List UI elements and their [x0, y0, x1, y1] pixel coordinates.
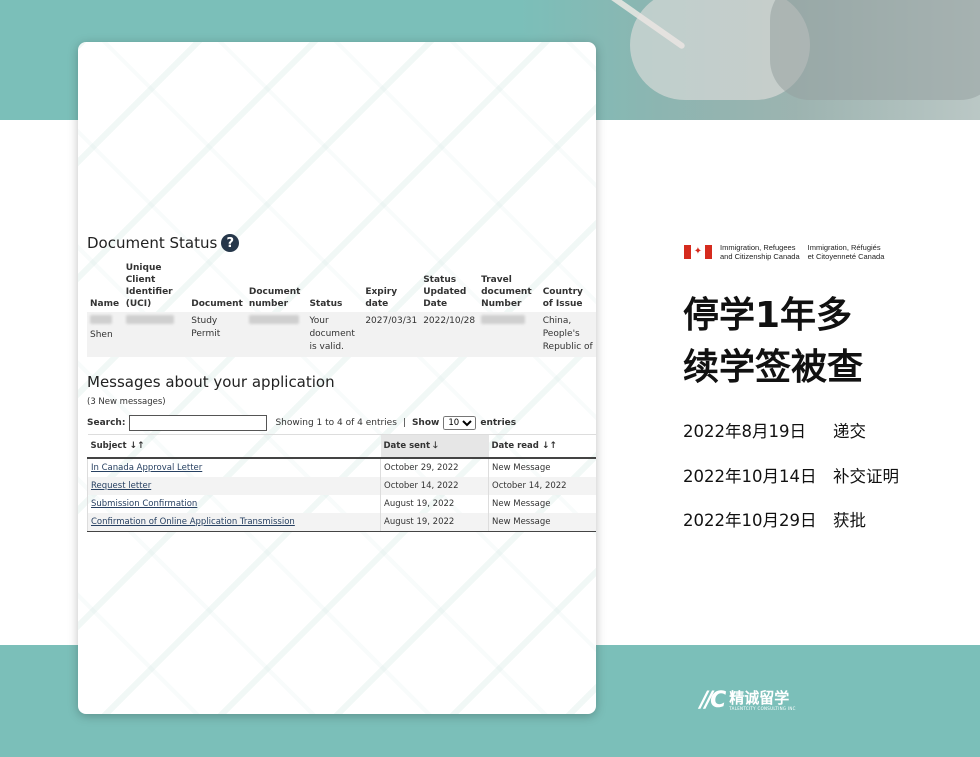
entries-label: entries: [480, 418, 517, 428]
message-subject-cell: Submission Confirmation: [87, 495, 381, 513]
help-icon[interactable]: ?: [221, 234, 240, 252]
col-uci: Unique Client Identifier (UCI): [125, 263, 173, 309]
ircc-english: Immigration, Refugees and Citizenship Ca…: [720, 243, 800, 261]
col-status-updated: Status Updated Date: [423, 275, 467, 309]
message-link[interactable]: Confirmation of Online Application Trans…: [91, 517, 295, 527]
message-date-sent: October 29, 2022: [380, 458, 489, 477]
cell-document-number: [245, 312, 307, 357]
document-status-table: Name Unique Client Identifier (UCI) Docu…: [87, 260, 596, 357]
document-status-header-row: Name Unique Client Identifier (UCI) Docu…: [87, 260, 596, 312]
timeline-date: 2022年10月29日: [683, 511, 817, 530]
sort-icon: ↓↑: [129, 441, 145, 451]
message-date-read: New Message: [488, 495, 596, 513]
entries-select[interactable]: 10: [443, 416, 477, 430]
message-link[interactable]: Request letter: [91, 481, 151, 491]
brand-text: 精诚留学 TALENTCITY CONSULTING INC: [729, 690, 796, 711]
message-date-sent: October 14, 2022: [380, 477, 489, 495]
timeline-date: 2022年8月19日: [683, 422, 806, 441]
canada-flag-icon: ✦: [684, 245, 712, 259]
new-messages-count: (3 New messages): [87, 397, 166, 407]
search-label: Search:: [87, 418, 126, 428]
message-subject-cell: Request letter: [87, 477, 381, 495]
message-date-read: October 14, 2022: [488, 477, 596, 495]
subject-header[interactable]: Subject ↓↑: [87, 434, 381, 459]
cell-expiry-date: 2027/03/31: [362, 312, 421, 357]
message-row: Request letter October 14, 2022 October …: [87, 477, 596, 495]
timeline-event: 递交: [833, 422, 866, 441]
document-status-heading: Document Status ?: [87, 234, 240, 252]
ircc-french: Immigration, Réfugiés et Citoyenneté Can…: [807, 243, 885, 261]
brand-name-cn: 精诚留学: [729, 689, 790, 707]
timeline-item: 2022年10月29日 获批: [683, 507, 899, 552]
redacted-text: [90, 315, 112, 324]
showing-entries-text: Showing 1 to 4 of 4 entries: [275, 418, 397, 428]
brand-mark-icon: //C: [700, 688, 726, 713]
message-link[interactable]: In Canada Approval Letter: [91, 463, 202, 473]
cell-status: Your document is valid.: [306, 312, 363, 357]
col-status: Status: [309, 299, 343, 309]
col-document: Document: [191, 299, 243, 309]
document-status-title: Document Status: [87, 234, 218, 252]
col-country: Country of Issue: [542, 287, 583, 309]
show-label: Show: [411, 418, 440, 428]
table-controls: Search: Showing 1 to 4 of 4 entries | Sh…: [87, 415, 516, 431]
message-date-read: New Message: [488, 458, 596, 477]
message-link[interactable]: Submission Confirmation: [91, 499, 197, 509]
message-subject-cell: Confirmation of Online Application Trans…: [87, 513, 381, 532]
redacted-text: [248, 315, 299, 324]
col-document-number: Document number: [248, 287, 301, 309]
search-input[interactable]: [129, 415, 268, 431]
timeline-event: 获批: [833, 511, 866, 530]
date-read-header[interactable]: Date read ↓↑: [488, 434, 596, 459]
screenshot-card: Document Status ? Name Unique Client Ide…: [78, 42, 596, 714]
message-row: Confirmation of Online Application Trans…: [87, 513, 596, 532]
headline-line2: 续学签被查: [683, 347, 864, 388]
col-travel-doc: Travel document Number: [481, 275, 532, 309]
cell-travel-doc: [478, 312, 540, 357]
timeline-item: 2022年8月19日 递交: [683, 418, 899, 463]
cell-country: China, People's Republic of: [539, 312, 596, 357]
sort-desc-icon: 🡓: [433, 441, 438, 451]
messages-table: Subject ↓↑ Date sent 🡓 Date read ↓↑ In C…: [87, 434, 596, 532]
timeline-item: 2022年10月14日 补交证明: [683, 463, 899, 508]
document-status-row: Shen Study Permit Your document is valid…: [87, 312, 596, 357]
timeline: 2022年8月19日 递交 2022年10月14日 补交证明 2022年10月2…: [683, 418, 899, 552]
headline-line1: 停学1年多: [683, 295, 853, 336]
messages-header-row: Subject ↓↑ Date sent 🡓 Date read ↓↑: [87, 434, 596, 459]
cell-document: Study Permit: [188, 312, 246, 357]
sort-icon: ↓↑: [541, 441, 557, 451]
cell-name: Shen: [87, 312, 123, 357]
cell-uci: [122, 312, 189, 357]
message-row: In Canada Approval Letter October 29, 20…: [87, 458, 596, 477]
col-expiry-date: Expiry date: [365, 287, 398, 309]
message-date-read: New Message: [488, 513, 596, 532]
cell-updated-date: 2022/10/28: [420, 312, 479, 357]
message-row: Submission Confirmation August 19, 2022 …: [87, 495, 596, 513]
date-sent-header[interactable]: Date sent 🡓: [380, 434, 489, 459]
timeline-event: 补交证明: [833, 466, 899, 486]
message-date-sent: August 19, 2022: [380, 513, 489, 532]
redacted-text: [125, 315, 174, 324]
messages-heading: Messages about your application: [87, 373, 335, 391]
ircc-logo: ✦ Immigration, Refugees and Citizenship …: [684, 243, 884, 261]
brand-name-en: TALENTCITY CONSULTING INC: [729, 706, 796, 711]
brand-logo: //C 精诚留学 TALENTCITY CONSULTING INC: [700, 688, 796, 713]
message-date-sent: August 19, 2022: [380, 495, 489, 513]
photo-sleeve: [770, 0, 980, 100]
redacted-text: [481, 315, 526, 324]
divider: |: [402, 418, 406, 428]
headline: 停学1年多 续学签被查: [683, 290, 863, 394]
col-name: Name: [90, 299, 120, 309]
message-subject-cell: In Canada Approval Letter: [87, 458, 381, 477]
timeline-date: 2022年10月14日: [683, 466, 817, 486]
